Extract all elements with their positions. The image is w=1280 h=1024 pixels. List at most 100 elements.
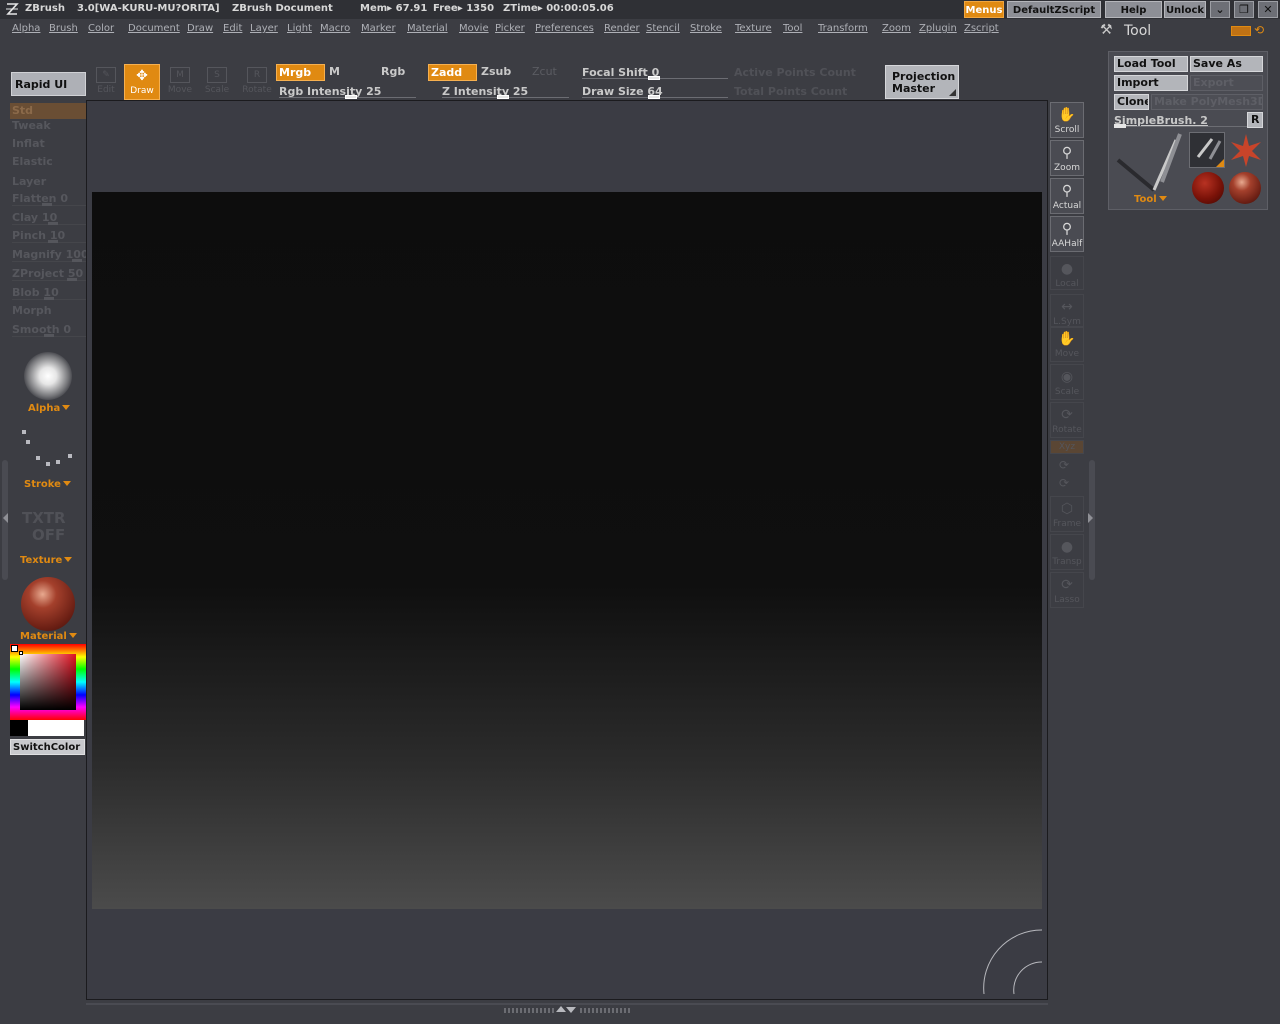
menu-texture[interactable]: Texture [735,23,772,34]
brush-layer[interactable]: Layer [12,175,46,188]
simplebrush-small-thumbnail[interactable] [1189,132,1225,168]
material-menu[interactable]: Material [20,631,77,642]
move-view-button[interactable]: ✋ Move [1050,326,1084,362]
tool-select-menu[interactable]: Tool [1134,194,1167,205]
brush-flatten[interactable]: Flatten 0 [12,192,86,206]
import-button[interactable]: Import [1114,75,1188,91]
brush-inflat[interactable]: Inflat [12,137,45,150]
right-tray-collapse-icon[interactable] [1088,513,1093,523]
brush-elastic[interactable]: Elastic [12,155,53,168]
menu-picker[interactable]: Picker [495,23,525,34]
menu-movie[interactable]: Movie [459,23,489,34]
mrgb-button[interactable]: Mrgb [276,64,325,81]
zsub-button[interactable]: Zsub [479,64,513,81]
switch-color-button[interactable]: SwitchColor [10,739,85,755]
edit-button[interactable]: ✎ Edit [88,64,124,100]
rapid-ui-button[interactable]: Rapid UI [11,72,86,96]
scale-view-button[interactable]: ◉ Scale [1050,364,1084,400]
move-button[interactable]: M Move [162,64,198,100]
menu-material[interactable]: Material [407,23,448,34]
menu-preferences[interactable]: Preferences [535,23,594,34]
scale-button[interactable]: S Scale [199,64,235,100]
material-sphere-thumbnail[interactable] [21,577,75,631]
unlock-button[interactable]: Unlock [1164,1,1206,18]
canvas-area[interactable] [92,192,1042,909]
rgb-button[interactable]: Rgb [379,64,409,81]
simplebrush-large-icon[interactable] [1114,132,1186,194]
menu-color[interactable]: Color [88,23,114,34]
rotate-view-button[interactable]: ⟳ Rotate [1050,402,1084,438]
menu-macro[interactable]: Macro [320,23,350,34]
color-pick-marker[interactable] [19,651,23,655]
star-tool-icon[interactable] [1228,132,1264,168]
default-zscript-button[interactable]: DefaultZScript [1007,1,1101,18]
load-tool-button[interactable]: Load Tool [1114,56,1188,72]
focal-shift-knob[interactable] [648,76,660,80]
expand-up-icon[interactable] [556,1006,566,1012]
local-button[interactable]: ● Local [1050,256,1084,290]
aahalf-button[interactable]: ⚲ AAHalf [1050,216,1084,252]
menu-render[interactable]: Render [604,23,640,34]
tool-slider-track[interactable] [1114,126,1248,127]
brush-tweak[interactable]: Tweak [12,119,51,132]
menu-edit[interactable]: Edit [223,23,242,34]
close-icon[interactable]: ✕ [1258,1,1278,18]
menu-marker[interactable]: Marker [361,23,396,34]
z-intensity-knob[interactable] [497,95,509,99]
stroke-menu[interactable]: Stroke [24,479,71,490]
xyz-button[interactable]: Xyz [1050,440,1084,454]
brush-clay[interactable]: Clay 10 [12,211,86,225]
collapse-down-icon[interactable] [566,1007,576,1013]
palette-dock-icon[interactable] [1231,26,1251,36]
alpha-menu[interactable]: Alpha [28,403,71,414]
menus-button[interactable]: Menus [964,1,1004,18]
transp-button[interactable]: ● Transp [1050,534,1084,570]
color-saturation-square[interactable] [20,654,76,710]
menu-brush[interactable]: Brush [49,23,78,34]
menu-draw[interactable]: Draw [187,23,213,34]
projection-master-button[interactable]: Projection Master [885,65,959,99]
menu-light[interactable]: Light [287,23,312,34]
save-as-button[interactable]: Save As [1190,56,1263,72]
restore-icon[interactable]: ❐ [1234,1,1254,18]
draw-button[interactable]: ✥ Draw [124,64,160,100]
m-button[interactable]: M [327,64,341,81]
menu-zscript[interactable]: Zscript [964,23,999,34]
texture-off-thumbnail[interactable]: TXTR OFF [22,510,66,544]
menu-tool[interactable]: Tool [783,23,802,34]
alpha-thumbnail[interactable] [24,352,72,400]
actual-button[interactable]: ⚲ Actual [1050,178,1084,214]
sphere-material-tool-thumbnail[interactable] [1229,172,1261,204]
rotate-y-icon[interactable]: ⟳ [1059,458,1069,472]
brush-magnify[interactable]: Magnify 100 [12,248,89,262]
brush-smooth[interactable]: Smooth 0 [12,323,86,337]
make-polymesh-button[interactable]: Make PolyMesh3D [1151,94,1263,110]
export-button[interactable]: Export [1190,75,1263,91]
secondary-color-swatch[interactable] [10,720,28,736]
color-hue-marker[interactable] [11,645,18,652]
brush-pinch[interactable]: Pinch 10 [12,229,86,243]
rotate-button[interactable]: R Rotate [239,64,275,100]
r-button[interactable]: R [1247,112,1263,128]
lasso-button[interactable]: ⟳ Lasso [1050,572,1084,608]
menu-stroke[interactable]: Stroke [690,23,722,34]
menu-zplugin[interactable]: Zplugin [919,23,957,34]
tool-slider-knob[interactable] [1114,124,1126,128]
draw-size-knob[interactable] [648,95,660,99]
zoom-button[interactable]: ⚲ Zoom [1050,140,1084,176]
zcut-button[interactable]: Zcut [530,64,564,81]
menu-document[interactable]: Document [128,23,180,34]
brush-blob[interactable]: Blob 10 [12,286,86,300]
clone-button[interactable]: Clone [1114,94,1149,110]
main-color-swatch[interactable] [28,720,84,736]
menu-layer[interactable]: Layer [250,23,278,34]
tool-palette-title[interactable]: Tool [1124,23,1151,39]
minimize-icon[interactable]: ⌄ [1210,1,1230,18]
menu-transform[interactable]: Transform [818,23,868,34]
rotate-z-icon[interactable]: ⟳ [1059,476,1069,490]
texture-menu[interactable]: Texture [20,555,73,566]
menu-zoom[interactable]: Zoom [882,23,911,34]
palette-reset-icon[interactable]: ⟲ [1254,23,1264,37]
menu-stencil[interactable]: Stencil [646,23,680,34]
frame-button[interactable]: ⬡ Frame [1050,496,1084,532]
